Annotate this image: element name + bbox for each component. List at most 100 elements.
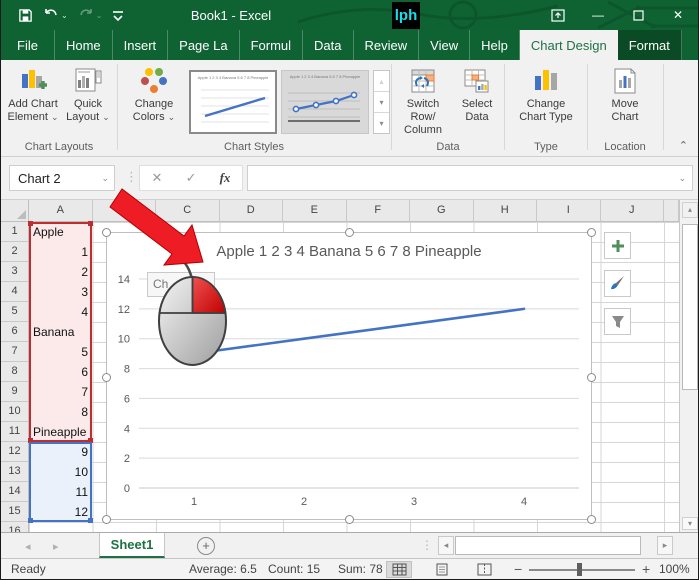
- enter-icon[interactable]: ✓: [186, 170, 197, 186]
- zoom-slider-track[interactable]: [529, 569, 635, 571]
- insert-function-icon[interactable]: fx: [220, 170, 231, 186]
- cell-a10[interactable]: 8: [29, 402, 92, 422]
- sheet-tab-sheet1[interactable]: Sheet1: [99, 533, 165, 558]
- chart-styles-button[interactable]: [604, 270, 631, 297]
- zoom-level[interactable]: 100%: [659, 559, 690, 580]
- tab-help[interactable]: Help: [470, 30, 520, 60]
- tab-home[interactable]: Home: [55, 30, 113, 60]
- cell-a13[interactable]: 10: [29, 462, 92, 482]
- tab-file[interactable]: File: [1, 30, 55, 60]
- hscroll-left-icon[interactable]: ◂: [438, 536, 454, 555]
- tab-view[interactable]: View: [419, 30, 470, 60]
- name-box[interactable]: Chart 2 ⌄: [9, 165, 115, 191]
- row-header-4[interactable]: 4: [1, 282, 28, 302]
- column-header-c[interactable]: C: [156, 200, 220, 221]
- tab-formul[interactable]: Formul: [240, 30, 303, 60]
- column-header-g[interactable]: G: [410, 200, 474, 221]
- gallery-up-button[interactable]: ▴: [374, 71, 389, 91]
- cell-a12[interactable]: 9: [29, 442, 92, 462]
- close-button[interactable]: ✕: [658, 0, 698, 30]
- row-header-7[interactable]: 7: [1, 342, 28, 362]
- select-all-corner[interactable]: [1, 200, 29, 222]
- cell-a1[interactable]: Apple: [29, 222, 92, 242]
- select-data-button[interactable]: SelectData: [455, 64, 499, 124]
- cell-a8[interactable]: 6: [29, 362, 92, 382]
- sheet-nav-left-icon[interactable]: ◂: [25, 533, 31, 559]
- chart-handle[interactable]: [102, 228, 111, 237]
- quick-layout-button[interactable]: Quick Layout ⌄: [63, 64, 113, 124]
- cell-a4[interactable]: 3: [29, 282, 92, 302]
- tab-format[interactable]: Format: [618, 30, 682, 60]
- chart-handle[interactable]: [102, 515, 111, 524]
- row-header-3[interactable]: 3: [1, 262, 28, 282]
- cell-a11[interactable]: Pineapple: [29, 422, 92, 442]
- row-header-11[interactable]: 11: [1, 422, 28, 442]
- column-header-f[interactable]: F: [347, 200, 411, 221]
- row-header-6[interactable]: 6: [1, 322, 28, 342]
- cell-a7[interactable]: 5: [29, 342, 92, 362]
- minimize-button[interactable]: —: [578, 0, 618, 30]
- chart-style-1[interactable]: Apple 1 2 3 4 Banana 5 6 7 8 Pineapple: [189, 70, 277, 134]
- cell-a2[interactable]: 1: [29, 242, 92, 262]
- column-header-j[interactable]: J: [601, 200, 665, 221]
- tab-data[interactable]: Data: [303, 30, 353, 60]
- column-header-i[interactable]: I: [537, 200, 601, 221]
- switch-row-column-button[interactable]: Switch Row/Column: [395, 64, 451, 137]
- zoom-slider-handle[interactable]: [577, 563, 582, 576]
- chart-handle[interactable]: [587, 515, 596, 524]
- row-header-8[interactable]: 8: [1, 362, 28, 382]
- page-break-view-button[interactable]: [471, 561, 497, 578]
- gallery-down-button[interactable]: ▾: [374, 91, 389, 112]
- change-chart-type-button[interactable]: ChangeChart Type: [514, 64, 578, 124]
- chart-handle[interactable]: [587, 228, 596, 237]
- save-icon[interactable]: [15, 6, 36, 25]
- zoom-in-button[interactable]: +: [642, 559, 650, 580]
- cell-a5[interactable]: 4: [29, 302, 92, 322]
- chart-handle[interactable]: [345, 228, 354, 237]
- chart-handle[interactable]: [587, 373, 596, 382]
- formula-input[interactable]: ⌄: [247, 165, 693, 191]
- row-header-2[interactable]: 2: [1, 242, 28, 262]
- customize-qat-button[interactable]: [109, 6, 127, 24]
- chart-handle[interactable]: [345, 515, 354, 524]
- undo-dropdown-icon[interactable]: ⌄: [61, 11, 68, 20]
- move-chart-button[interactable]: MoveChart: [599, 64, 651, 124]
- row-header-9[interactable]: 9: [1, 382, 28, 402]
- vertical-scrollbar[interactable]: ▴ ▾: [679, 200, 699, 532]
- row-header-13[interactable]: 13: [1, 462, 28, 482]
- chart-filters-button[interactable]: [604, 308, 631, 335]
- formula-expand-icon[interactable]: ⌄: [678, 173, 686, 184]
- row-header-5[interactable]: 5: [1, 302, 28, 322]
- row-header-12[interactable]: 12: [1, 442, 28, 462]
- cancel-icon[interactable]: ✕: [152, 170, 163, 186]
- name-box-dropdown-icon[interactable]: ⌄: [101, 173, 109, 184]
- sheet-nav-right-icon[interactable]: ▸: [53, 533, 59, 559]
- undo-button[interactable]: ⌄: [40, 6, 71, 24]
- ribbon-display-options-button[interactable]: [538, 0, 578, 30]
- change-colors-button[interactable]: Change Colors ⌄: [123, 64, 185, 124]
- maximize-button[interactable]: [618, 0, 658, 30]
- chart-style-2[interactable]: Apple 1 2 3 4 Banana 5 6 7 8 Pineapple: [281, 70, 369, 134]
- vertical-scroll-thumb[interactable]: [682, 224, 698, 390]
- tab-page-la[interactable]: Page La: [168, 30, 239, 60]
- tab-review[interactable]: Review: [354, 30, 420, 60]
- cell-a14[interactable]: 11: [29, 482, 92, 502]
- scroll-down-icon[interactable]: ▾: [682, 517, 698, 530]
- gallery-more-button[interactable]: ▾: [374, 112, 389, 133]
- cell-a9[interactable]: 7: [29, 382, 92, 402]
- tab-chart-design[interactable]: Chart Design: [520, 30, 618, 60]
- page-layout-view-button[interactable]: [429, 561, 455, 578]
- cell-a6[interactable]: Banana: [29, 322, 92, 342]
- row-header-15[interactable]: 15: [1, 502, 28, 522]
- row-header-1[interactable]: 1: [1, 222, 28, 242]
- row-header-16[interactable]: 16: [1, 522, 28, 532]
- tell-me-button[interactable]: Tell me: [690, 30, 699, 60]
- row-header-14[interactable]: 14: [1, 482, 28, 502]
- redo-button[interactable]: ⌄: [75, 6, 106, 24]
- column-header-a[interactable]: A: [29, 200, 93, 221]
- normal-view-button[interactable]: [386, 561, 412, 578]
- horizontal-scroll-thumb[interactable]: [455, 536, 641, 555]
- chart-elements-button[interactable]: [604, 232, 631, 259]
- redo-dropdown-icon[interactable]: ⌄: [96, 11, 103, 20]
- new-sheet-button[interactable]: +: [197, 537, 215, 555]
